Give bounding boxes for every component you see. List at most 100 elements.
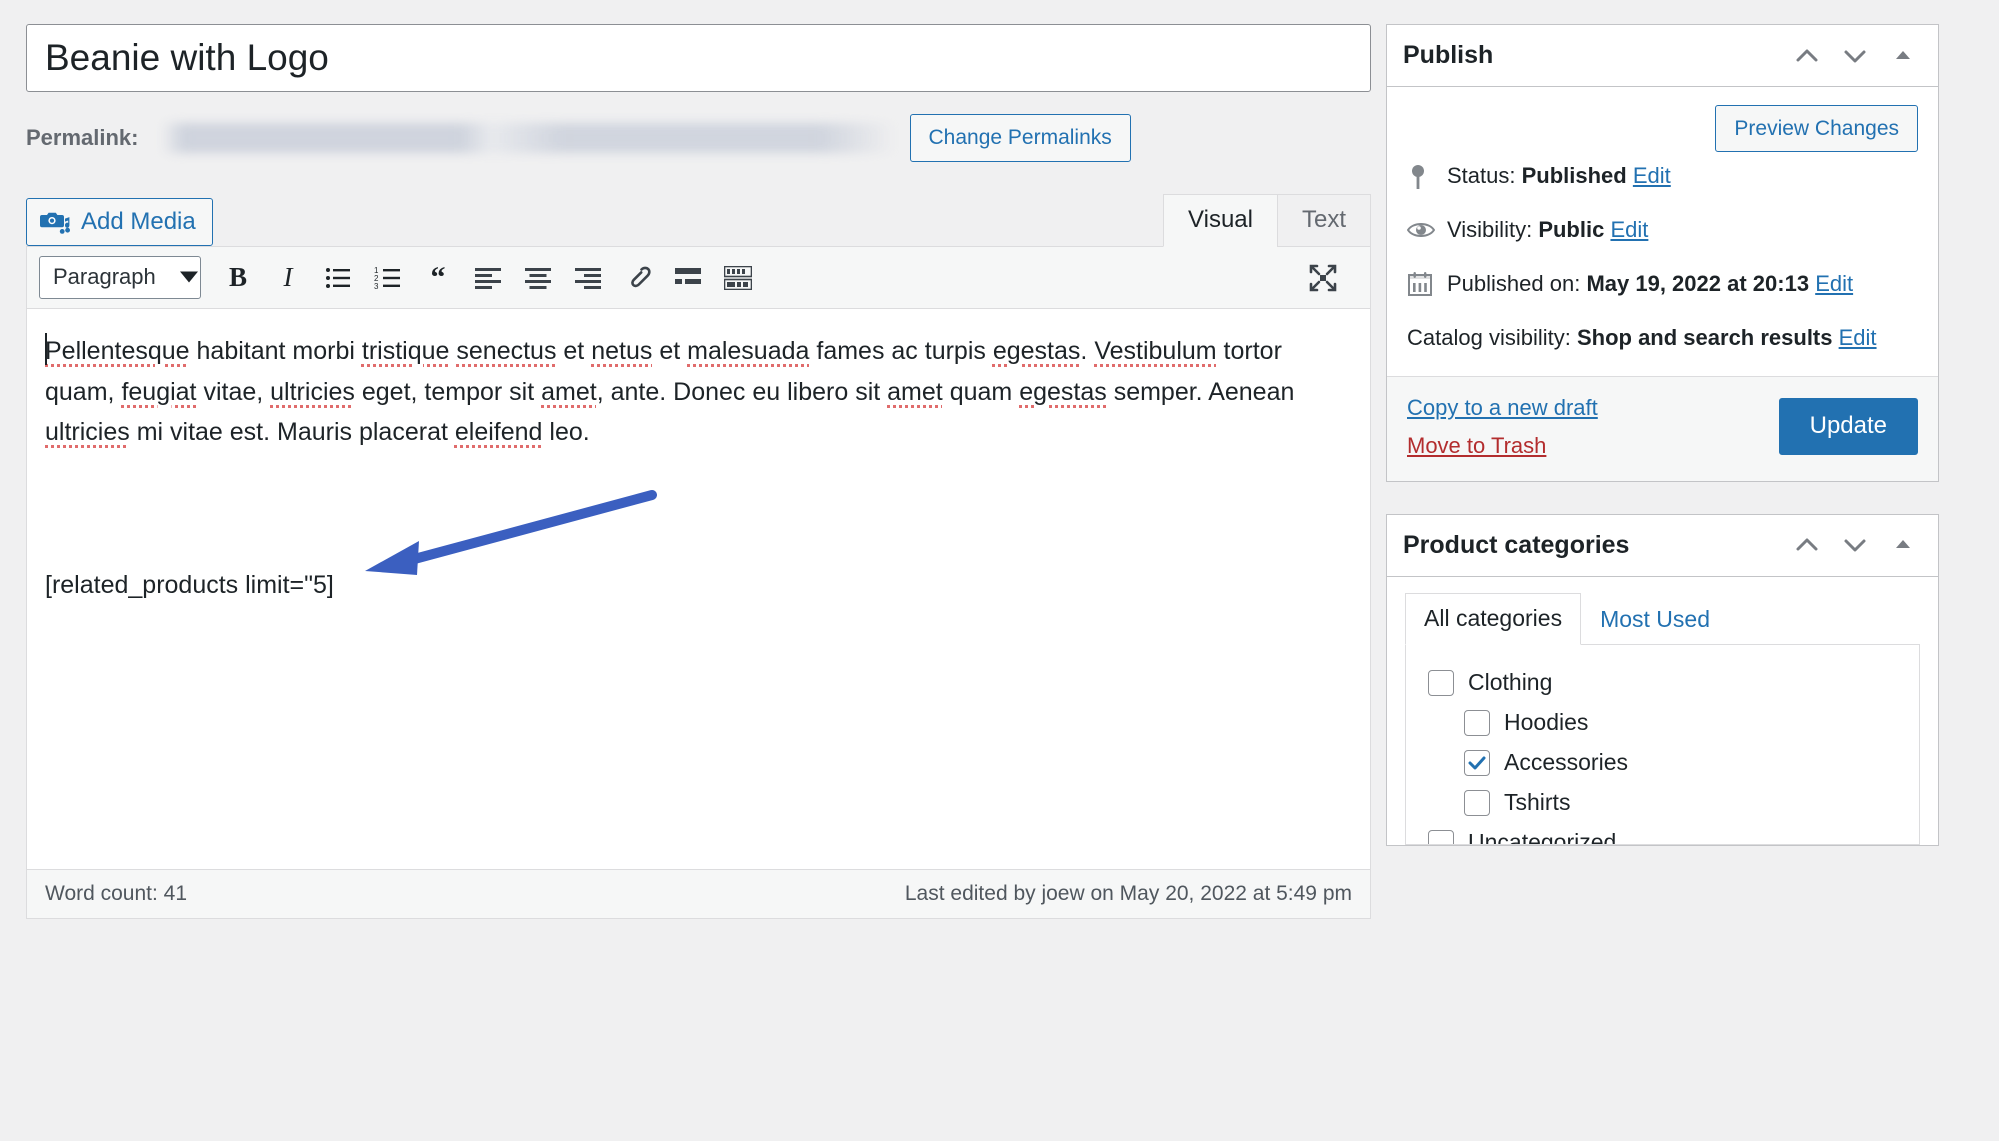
checkbox-clothing[interactable] bbox=[1428, 670, 1454, 697]
status-edit-link[interactable]: Edit bbox=[1633, 163, 1671, 188]
category-item-accessories[interactable]: Accessories bbox=[1406, 743, 1919, 783]
publish-metabox-header: Publish bbox=[1387, 25, 1938, 87]
align-right-button[interactable] bbox=[565, 256, 611, 300]
spellcheck-word: eleifend bbox=[454, 418, 543, 446]
bulleted-list-button[interactable] bbox=[315, 256, 361, 300]
move-up-icon[interactable] bbox=[1788, 37, 1826, 75]
checkbox-tshirts[interactable] bbox=[1464, 789, 1490, 816]
word-count: Word count: 41 bbox=[45, 882, 188, 905]
editor-column: Permalink: Change Permalinks Add Media bbox=[26, 24, 1371, 919]
category-item-clothing[interactable]: Clothing bbox=[1406, 663, 1919, 703]
move-down-icon[interactable] bbox=[1836, 526, 1874, 564]
permalink-row: Permalink: Change Permalinks bbox=[26, 114, 1371, 162]
add-media-button[interactable]: Add Media bbox=[26, 198, 213, 246]
visibility-row: Visibility: Public Edit bbox=[1406, 214, 1918, 246]
tab-visual[interactable]: Visual bbox=[1163, 194, 1277, 247]
format-select-wrapper[interactable]: Paragraph bbox=[39, 256, 213, 299]
catalog-visibility-label: Catalog visibility: bbox=[1407, 324, 1571, 350]
permalink-url-redacted bbox=[160, 123, 896, 153]
sidebar-column: Publish Preview Changes Status: Publishe… bbox=[1386, 24, 1939, 878]
category-label: Clothing bbox=[1468, 669, 1553, 696]
paragraph-text: , ante. Donec eu libero sit bbox=[596, 377, 888, 406]
toolbar-toggle-button[interactable] bbox=[715, 256, 761, 300]
status-text: Status: Published Edit bbox=[1447, 160, 1671, 192]
visibility-label: Visibility: bbox=[1447, 217, 1533, 243]
read-more-button[interactable] bbox=[665, 256, 711, 300]
published-on-edit-link[interactable]: Edit bbox=[1815, 271, 1853, 296]
shortcode-text: [related_products limit="5] bbox=[45, 571, 334, 599]
align-center-button[interactable] bbox=[515, 256, 561, 300]
update-button[interactable]: Update bbox=[1778, 398, 1918, 456]
spellcheck-word: feugiat bbox=[121, 377, 197, 406]
paragraph-text: . bbox=[1080, 337, 1095, 365]
publish-title: Publish bbox=[1403, 41, 1494, 69]
italic-button[interactable]: I bbox=[265, 256, 311, 300]
move-down-icon[interactable] bbox=[1836, 37, 1874, 75]
preview-row: Preview Changes bbox=[1407, 105, 1918, 160]
published-on-text: Published on: May 19, 2022 at 20:13 Edit bbox=[1447, 268, 1853, 300]
publish-metabox: Publish Preview Changes Status: Publishe… bbox=[1386, 24, 1939, 482]
editor-paragraph: Pellentesque habitant morbi tristique se… bbox=[45, 331, 1352, 453]
blockquote-button[interactable]: “ bbox=[415, 256, 461, 300]
svg-text:3: 3 bbox=[374, 282, 379, 290]
visibility-edit-link[interactable]: Edit bbox=[1610, 217, 1648, 242]
paragraph-text: et bbox=[556, 337, 592, 365]
eye-icon bbox=[1406, 217, 1436, 245]
status-row: Status: Published Edit bbox=[1407, 160, 1918, 192]
align-left-button[interactable] bbox=[465, 256, 511, 300]
tab-most-used[interactable]: Most Used bbox=[1581, 594, 1729, 646]
paragraph-text: et bbox=[652, 337, 688, 365]
paragraph-text: eget, tempor sit bbox=[354, 377, 542, 406]
tab-text[interactable]: Text bbox=[1276, 194, 1371, 247]
toggle-panel-icon[interactable] bbox=[1884, 526, 1922, 564]
checkbox-accessories[interactable] bbox=[1464, 750, 1490, 777]
post-title-input[interactable] bbox=[43, 36, 1354, 80]
permalink-label: Permalink: bbox=[26, 125, 139, 150]
categories-handle-actions bbox=[1788, 526, 1922, 564]
catalog-visibility-row: Catalog visibility: Shop and search resu… bbox=[1407, 322, 1918, 354]
move-up-icon[interactable] bbox=[1788, 526, 1826, 564]
paragraph-text: semper. Aenean bbox=[1106, 377, 1295, 406]
change-permalinks-button[interactable]: Change Permalinks bbox=[909, 114, 1131, 162]
bold-button[interactable]: B bbox=[215, 256, 261, 300]
media-and-tabs-row: Add Media Visual Text bbox=[26, 188, 1371, 247]
add-media-label: Add Media bbox=[81, 208, 196, 235]
paragraph-format-select[interactable]: Paragraph bbox=[39, 256, 201, 299]
move-to-trash-link[interactable]: Move to Trash bbox=[1407, 433, 1598, 459]
insert-link-button[interactable] bbox=[615, 256, 661, 300]
catalog-visibility-edit-link[interactable]: Edit bbox=[1839, 325, 1877, 350]
category-item-tshirts[interactable]: Tshirts bbox=[1406, 783, 1919, 823]
category-item-hoodies[interactable]: Hoodies bbox=[1406, 703, 1919, 743]
tab-all-categories[interactable]: All categories bbox=[1405, 592, 1582, 646]
category-tabs: All categories Most Used bbox=[1405, 592, 1920, 646]
editor-toolbar: Paragraph B I 1 2 3 “ bbox=[27, 247, 1370, 309]
spellcheck-word: Pellentesque bbox=[45, 337, 190, 365]
checkbox-uncategorized[interactable] bbox=[1428, 829, 1454, 845]
visibility-text: Visibility: Public Edit bbox=[1447, 214, 1648, 246]
paragraph-text: leo. bbox=[542, 418, 590, 446]
copy-to-new-draft-link[interactable]: Copy to a new draft bbox=[1407, 395, 1598, 421]
editor-content-area[interactable]: Pellentesque habitant morbi tristique se… bbox=[27, 309, 1370, 869]
numbered-list-button[interactable]: 1 2 3 bbox=[365, 256, 411, 300]
spellcheck-word: amet bbox=[541, 377, 597, 406]
checkbox-hoodies[interactable] bbox=[1464, 710, 1490, 737]
preview-changes-button[interactable]: Preview Changes bbox=[1715, 105, 1918, 153]
spellcheck-word: amet bbox=[887, 377, 943, 406]
visibility-value: Public bbox=[1538, 217, 1605, 243]
post-title-field[interactable] bbox=[26, 24, 1371, 92]
paragraph-text: fames ac turpis bbox=[809, 337, 993, 365]
editor-container: Paragraph B I 1 2 3 “ Pellentesque habit… bbox=[26, 246, 1371, 919]
spellcheck-word: senectus bbox=[456, 337, 557, 365]
fullscreen-button[interactable] bbox=[1300, 256, 1346, 300]
published-on-row: Published on: May 19, 2022 at 20:13 Edit bbox=[1407, 268, 1918, 300]
category-item-uncategorized[interactable]: Uncategorized bbox=[1406, 823, 1919, 845]
paragraph-text: quam bbox=[942, 377, 1020, 406]
category-checklist[interactable]: Clothing Hoodies Accessories Tshirts Unc… bbox=[1405, 645, 1920, 846]
category-label: Uncategorized bbox=[1468, 828, 1617, 846]
product-categories-title: Product categories bbox=[1403, 530, 1630, 559]
editor-status-bar: Word count: 41 Last edited by joew on Ma… bbox=[27, 869, 1370, 918]
category-label: Hoodies bbox=[1504, 709, 1589, 736]
toggle-panel-icon[interactable] bbox=[1884, 37, 1922, 75]
product-categories-header: Product categories bbox=[1387, 515, 1938, 577]
published-on-value: May 19, 2022 at 20:13 bbox=[1586, 270, 1810, 296]
